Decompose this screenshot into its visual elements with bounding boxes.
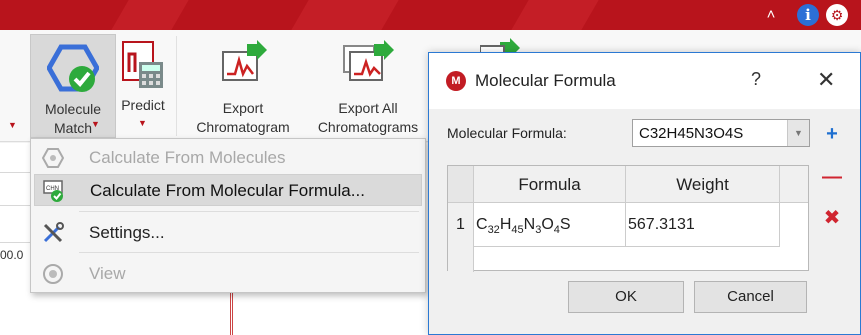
column-header-weight[interactable]: Weight [626,166,780,203]
axis-tick-label: 00.0 [0,248,24,262]
menu-item-view[interactable]: View [34,258,422,290]
titlebar-decoration [511,0,599,30]
chn-formula-icon: CHN [43,180,63,202]
divider [0,172,30,173]
predict-button[interactable]: Predict ▼ [116,34,170,138]
row-index[interactable]: 1 [448,203,474,247]
menu-item-settings[interactable]: Settings... [34,217,422,249]
molecular-formula-dialog: M Molecular Formula ? ✕ Molecular Formul… [428,52,861,335]
menu-item-label: Calculate From Molecular Formula... [90,181,365,200]
settings-icon[interactable]: ⚙ [826,4,848,26]
app-logo-icon: M [446,71,466,91]
ribbon-separator [176,36,177,136]
titlebar-decoration [291,0,399,30]
predict-label: Predict [121,97,165,113]
formula-table: Formula Weight 1 C32H45N3O4S 567.3131 [447,165,809,272]
export-all-chromatograms-icon [343,40,394,81]
chevron-down-icon[interactable]: ▼ [91,119,100,129]
chevron-down-icon[interactable]: ▼ [138,118,147,128]
row-header-empty [448,247,474,272]
export-all-chromatograms-button[interactable]: Export All Chromatograms [306,34,430,138]
delete-all-icon[interactable]: ✖ [819,205,845,231]
menu-item-label: Settings... [89,223,165,242]
menu-separator [79,252,419,253]
molecule-match-icon [47,44,99,92]
cancel-button[interactable]: Cancel [694,281,807,313]
molecules-icon [42,148,64,168]
info-icon[interactable]: i [797,4,819,26]
formula-combobox[interactable]: ▼ [632,119,810,147]
add-icon[interactable]: + [819,121,845,147]
formula-input[interactable] [639,123,779,143]
app-titlebar: ˄ i ⚙ [0,0,861,30]
chevron-down-icon[interactable]: ▼ [8,120,17,130]
export-chromatogram-button[interactable]: Export Chromatogram [185,34,301,138]
table-cell-weight[interactable]: 567.3131 [626,203,780,247]
settings-tools-icon [43,222,64,243]
ok-button[interactable]: OK [568,281,684,313]
molecule-match-menu: Calculate From Molecules CHN Calculate F… [30,138,426,293]
chevron-down-icon[interactable]: ▼ [787,120,809,146]
remove-icon[interactable]: — [819,164,845,190]
predict-calculator-icon [122,41,163,88]
export-chromatogram-icon [222,40,267,81]
divider [0,242,30,243]
divider [0,205,30,206]
menu-item-label: View [89,264,126,283]
titlebar-decoration [111,0,189,30]
table-corner [448,166,474,203]
formula-text: C32H45N3O4S [476,216,571,237]
minimize-icon[interactable]: ˄ [760,4,782,26]
menu-separator [79,211,419,212]
formula-label: Molecular Formula: [447,125,567,141]
menu-item-calculate-from-molecules[interactable]: Calculate From Molecules [34,142,422,174]
export-chromatogram-label: Export Chromatogram [196,100,290,135]
view-icon [43,264,63,284]
molecule-match-label: Molecule Match [44,101,102,136]
close-icon[interactable]: ✕ [817,67,835,93]
dialog-title: Molecular Formula [475,71,616,90]
menu-item-label: Calculate From Molecules [89,148,286,167]
help-icon[interactable]: ? [751,69,761,90]
column-header-empty [780,166,808,203]
molecule-match-button[interactable]: Molecule Match ▼ [30,34,116,138]
dialog-titlebar: M Molecular Formula ? ✕ [429,53,860,109]
menu-item-calculate-from-molecular-formula[interactable]: CHN Calculate From Molecular Formula... [34,174,422,206]
table-cell-formula[interactable]: C32H45N3O4S [474,203,626,247]
column-header-formula[interactable]: Formula [474,166,626,203]
export-all-chromatograms-label: Export All Chromatograms [317,100,419,135]
chromatogram-peak [230,290,233,335]
